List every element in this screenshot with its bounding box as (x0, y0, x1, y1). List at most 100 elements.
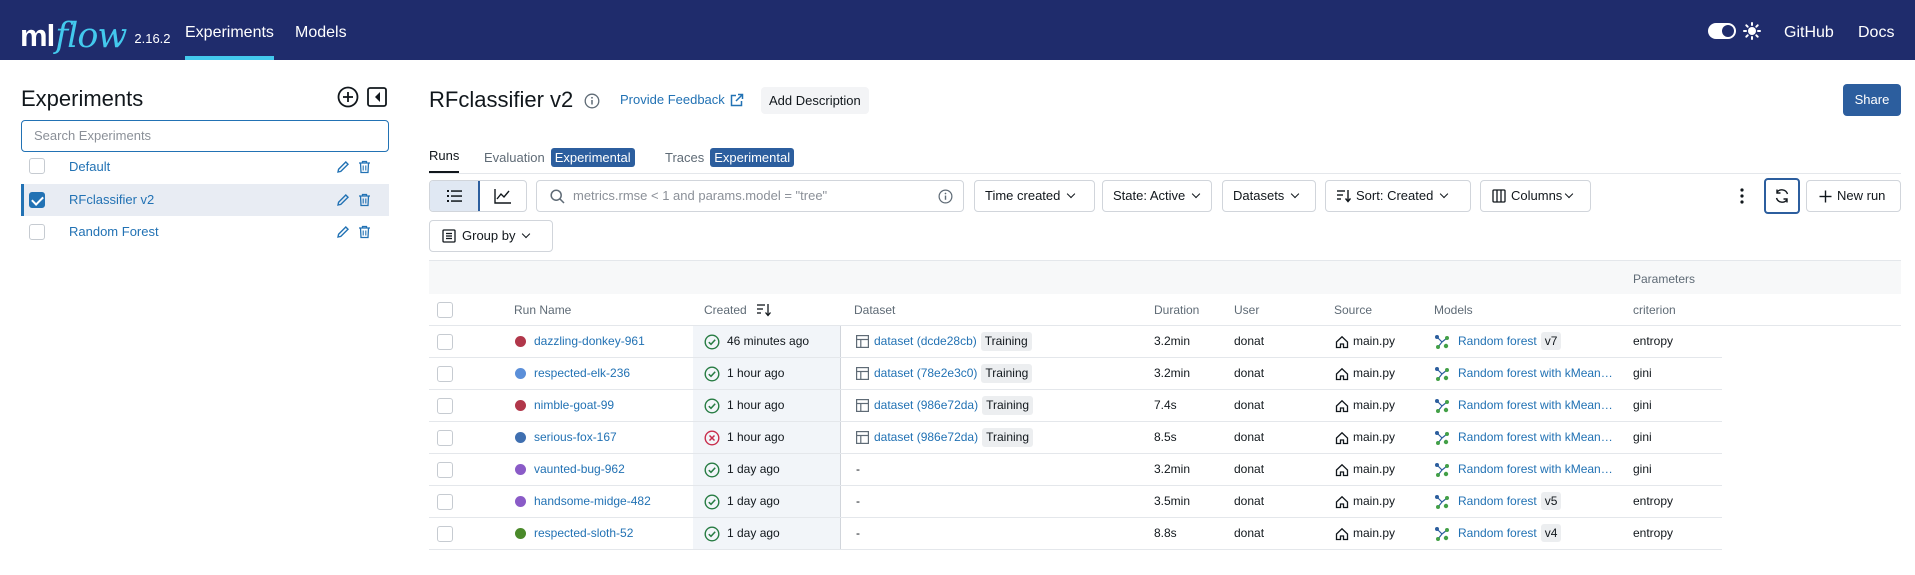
delete-icon[interactable] (358, 160, 371, 174)
run-color-dot[interactable] (515, 336, 526, 347)
list-view-button[interactable] (430, 181, 480, 211)
experiment-checkbox[interactable] (29, 192, 45, 208)
run-color-dot[interactable] (515, 368, 526, 379)
datasets-dropdown[interactable]: Datasets (1222, 180, 1316, 212)
table-row[interactable]: respected-elk-236 1 hour ago dataset (78e2… (429, 358, 1722, 390)
model-cell[interactable]: Random forest v7 (1458, 326, 1562, 357)
new-run-button[interactable]: New run (1806, 180, 1901, 212)
tab-traces[interactable]: Traces Experimental (665, 148, 795, 167)
column-header-created[interactable]: Created (704, 294, 772, 326)
search-experiments-input[interactable]: Search Experiments (21, 120, 389, 152)
row-checkbox[interactable] (437, 334, 453, 350)
edit-icon[interactable] (336, 160, 350, 174)
model-cell[interactable]: Random forest v5 (1458, 486, 1562, 517)
run-name-link[interactable]: nimble-goat-99 (534, 390, 614, 421)
chart-view-button[interactable] (479, 181, 526, 211)
source-cell[interactable]: main.py (1353, 454, 1395, 485)
column-header-duration[interactable]: Duration (1154, 294, 1199, 326)
model-cell[interactable]: Random forest with kMean… (1458, 422, 1613, 453)
model-cell[interactable]: Random forest v4 (1458, 518, 1562, 549)
columns-dropdown[interactable]: Columns (1480, 180, 1591, 212)
row-checkbox[interactable] (437, 398, 453, 414)
row-checkbox[interactable] (437, 494, 453, 510)
table-row[interactable]: nimble-goat-99 1 hour ago dataset (986e72d… (429, 390, 1722, 422)
add-experiment-icon[interactable] (337, 86, 359, 108)
edit-icon[interactable] (336, 225, 350, 239)
run-color-dot[interactable] (515, 432, 526, 443)
model-cell[interactable]: Random forest with kMean… (1458, 454, 1613, 485)
column-header-criterion[interactable]: criterion (1633, 294, 1676, 326)
source-cell[interactable]: main.py (1353, 326, 1395, 357)
nav-models[interactable]: Models (295, 0, 347, 60)
experiment-checkbox[interactable] (29, 158, 45, 174)
table-row[interactable]: dazzling-donkey-961 46 minutes ago dataset… (429, 326, 1722, 358)
source-cell[interactable]: main.py (1353, 358, 1395, 389)
column-header-dataset[interactable]: Dataset (854, 294, 895, 326)
dataset-cell[interactable]: dataset (78e2e3c0) Training (874, 358, 1033, 389)
edit-icon[interactable] (336, 193, 350, 207)
github-link[interactable]: GitHub (1784, 0, 1834, 60)
state-filter-dropdown[interactable]: State: Active (1102, 180, 1212, 212)
source-cell[interactable]: main.py (1353, 518, 1395, 549)
select-all-checkbox[interactable] (437, 302, 453, 318)
docs-link[interactable]: Docs (1858, 0, 1894, 60)
dark-mode-toggle[interactable] (1708, 23, 1736, 39)
run-name-link[interactable]: vaunted-bug-962 (534, 454, 625, 485)
more-options-icon[interactable] (1740, 187, 1744, 205)
column-header-run-name[interactable]: Run Name (514, 294, 571, 326)
info-icon[interactable] (938, 189, 953, 204)
run-name-link[interactable]: respected-elk-236 (534, 358, 630, 389)
source-cell[interactable]: main.py (1353, 422, 1395, 453)
info-icon[interactable] (584, 93, 600, 109)
model-cell[interactable]: Random forest with kMean… (1458, 358, 1613, 389)
dataset-cell[interactable]: dataset (dcde28cb) Training (874, 326, 1032, 357)
table-row[interactable]: vaunted-bug-962 1 day ago - 3.2min donat main… (429, 454, 1722, 486)
dataset-cell[interactable]: dataset (986e72da) Training (874, 390, 1034, 421)
delete-icon[interactable] (358, 193, 371, 207)
add-description-button[interactable]: Add Description (761, 87, 869, 114)
column-header-user[interactable]: User (1234, 294, 1259, 326)
sort-descending-icon[interactable] (756, 303, 772, 317)
run-color-dot[interactable] (515, 400, 526, 411)
external-link-icon[interactable] (729, 93, 744, 108)
table-row[interactable]: serious-fox-167 1 hour ago dataset (986e72… (429, 422, 1722, 454)
column-header-source[interactable]: Source (1334, 294, 1372, 326)
refresh-button[interactable] (1764, 178, 1800, 214)
model-cell[interactable]: Random forest with kMean… (1458, 390, 1613, 421)
experiment-checkbox[interactable] (29, 224, 45, 240)
dataset-cell[interactable]: dataset (986e72da) Training (874, 422, 1034, 453)
tab-evaluation[interactable]: Evaluation Experimental (484, 148, 635, 167)
row-checkbox[interactable] (437, 462, 453, 478)
delete-icon[interactable] (358, 225, 371, 239)
share-button[interactable]: Share (1843, 84, 1901, 116)
row-checkbox[interactable] (437, 430, 453, 446)
row-checkbox[interactable] (437, 526, 453, 542)
source-cell[interactable]: main.py (1353, 486, 1395, 517)
run-name-link[interactable]: handsome-midge-482 (534, 486, 651, 517)
group-by-dropdown[interactable]: Group by (429, 220, 553, 252)
run-color-dot[interactable] (515, 496, 526, 507)
source-cell[interactable]: main.py (1353, 390, 1395, 421)
experiment-name[interactable]: RFclassifier v2 (69, 184, 154, 216)
experiment-name[interactable]: Default (69, 151, 110, 183)
sort-dropdown[interactable]: Sort: Created (1325, 180, 1471, 212)
run-color-dot[interactable] (515, 528, 526, 539)
table-row[interactable]: respected-sloth-52 1 day ago - 8.8s donat mai… (429, 518, 1722, 550)
experiment-item-default[interactable]: Default (21, 151, 389, 183)
tab-runs[interactable]: Runs (429, 148, 460, 173)
run-name-link[interactable]: dazzling-donkey-961 (534, 326, 645, 357)
row-checkbox[interactable] (437, 366, 453, 382)
time-created-dropdown[interactable]: Time created (974, 180, 1095, 212)
provide-feedback-link[interactable]: Provide Feedback (620, 92, 725, 107)
experiment-name[interactable]: Random Forest (69, 216, 159, 248)
experiment-item-rfclassifier-v2[interactable]: RFclassifier v2 (21, 184, 389, 216)
table-row[interactable]: handsome-midge-482 1 day ago - 3.5min donat m… (429, 486, 1722, 518)
run-name-link[interactable]: serious-fox-167 (534, 422, 617, 453)
collapse-sidebar-icon[interactable] (366, 86, 388, 108)
column-header-models[interactable]: Models (1434, 294, 1473, 326)
nav-experiments[interactable]: Experiments (185, 0, 274, 60)
mlflow-logo[interactable]: ml flow 2.16.2 (20, 4, 171, 56)
runs-search-input[interactable]: metrics.rmse < 1 and params.model = "tre… (536, 180, 964, 212)
experiment-item-random-forest[interactable]: Random Forest (21, 216, 389, 248)
run-color-dot[interactable] (515, 464, 526, 475)
